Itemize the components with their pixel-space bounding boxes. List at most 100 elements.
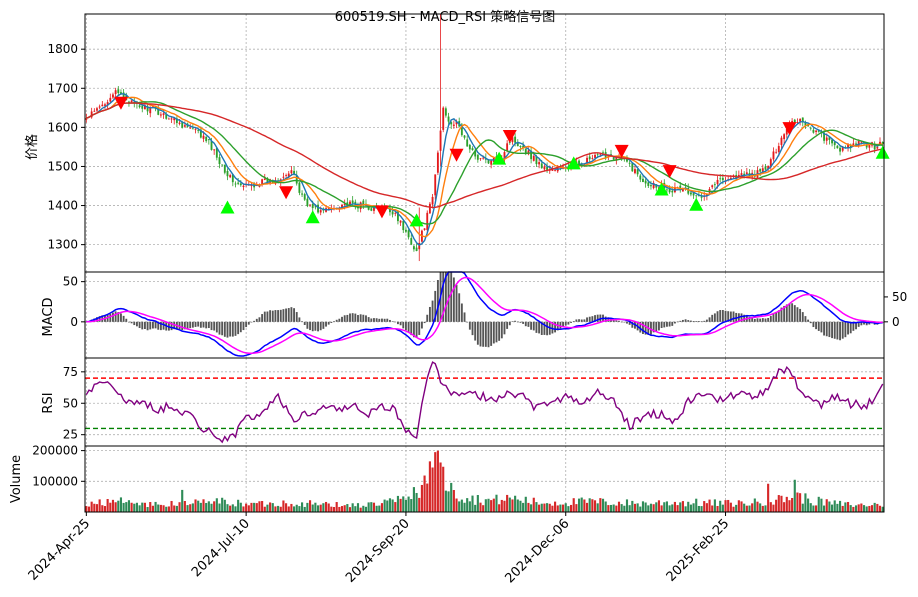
macd-hist-bar [732,311,735,322]
candle-body [319,210,322,213]
volume-bar [103,506,107,512]
macd-hist-bar [359,314,362,322]
macd-hist-bar [820,321,823,333]
volume-bar [532,497,535,512]
macd-hist-bar [199,321,202,328]
macd-hist-bar [215,321,218,333]
volume-bar [788,500,791,512]
volume-bar [846,501,850,512]
candle-body [226,170,229,177]
volume-bar [623,505,626,512]
volume-bar [471,495,474,512]
volume-bar [876,503,879,512]
macd-hist-bar [213,321,216,331]
candle-body [543,166,546,170]
volume-bar [631,500,634,512]
volume-bar [854,505,858,512]
ma-line-10 [86,96,883,238]
volume-bar [239,502,242,512]
macd-hist-bar [234,321,237,336]
volume-bar [812,505,815,512]
candle-body [191,128,194,130]
volume-bar [279,506,282,512]
macd-hist-bar [279,309,282,322]
macd-hist-bar [335,319,338,322]
rsi-line [85,361,884,444]
volume-bar [852,506,855,512]
macd-hist-bar [247,321,250,325]
volume-bar [391,499,394,512]
volume-bar [386,500,389,512]
volume-bar [844,502,847,512]
volume-bar [588,498,591,512]
candle-body [482,157,485,159]
volume-bar [870,505,874,512]
candle-body [221,164,224,166]
macd-hist-bar [194,321,197,327]
volume-bar [474,504,477,512]
volume-bar [151,505,154,512]
volume-bar [300,502,304,512]
candle-body [114,90,117,94]
macd-hist-bar [375,318,378,322]
volume-bar [657,500,661,512]
macd-hist-bar [242,321,245,331]
volume-bar [777,495,780,512]
macd-hist-bar [237,321,240,335]
macd-hist-bar [154,321,157,329]
candle-body [394,212,397,214]
volume-bar [636,503,639,512]
volume-bar [466,498,469,512]
volume-bar [237,499,240,512]
macd-hist-bar [588,316,591,322]
macd-hist-bar [586,317,588,322]
candle-body [309,204,311,206]
candle-body [391,211,394,215]
macd-hist-bar [455,284,458,322]
volume-bar [495,494,498,512]
volume-bar [261,501,264,512]
volume-bar [490,500,493,512]
macd-hist-bar [514,320,517,322]
volume-bar [604,501,607,512]
volume-bar [165,506,168,512]
volume-bar [815,505,818,512]
volume-bar [484,499,487,512]
macd-hist-bar [799,308,802,322]
macd-hist-bar [570,321,572,323]
candle-body [261,179,264,184]
macd-hist-bar [362,314,365,322]
volume-bar [167,506,170,512]
macd-hist-bar [572,321,575,322]
volume-bar [157,504,160,512]
macd-hist-bar [373,318,375,322]
candle-body [596,154,599,156]
figure-title: 600519.SH - MACD_RSI 策略信号图 [335,9,555,25]
volume-bar [375,505,378,512]
macd-hist-bar [716,311,719,322]
rsi-tick-label-0: 25 [63,428,78,442]
volume-bar [514,495,517,512]
macd-hist-bar [468,321,471,330]
volume-bar [878,505,882,512]
volume-bar [767,483,770,512]
volume-bar [759,503,762,512]
volume-bar [234,506,237,512]
volume-bar [500,499,503,512]
candle-body [809,127,812,129]
macd-hist-bar [620,321,623,323]
macd-hist-bar [511,321,514,322]
candle-body [644,180,647,184]
candle-body [775,151,778,153]
volume-bar [516,499,519,512]
candle-body [642,178,644,183]
volume-bar [149,502,152,512]
volume-bar [761,505,764,512]
volume-bar [213,501,216,512]
volume-bar [748,505,751,512]
candle-body [229,175,232,178]
volume-bar [245,503,248,512]
volume-bar [769,502,772,512]
candle-body [407,230,410,238]
macd-hist-bar [189,321,192,329]
